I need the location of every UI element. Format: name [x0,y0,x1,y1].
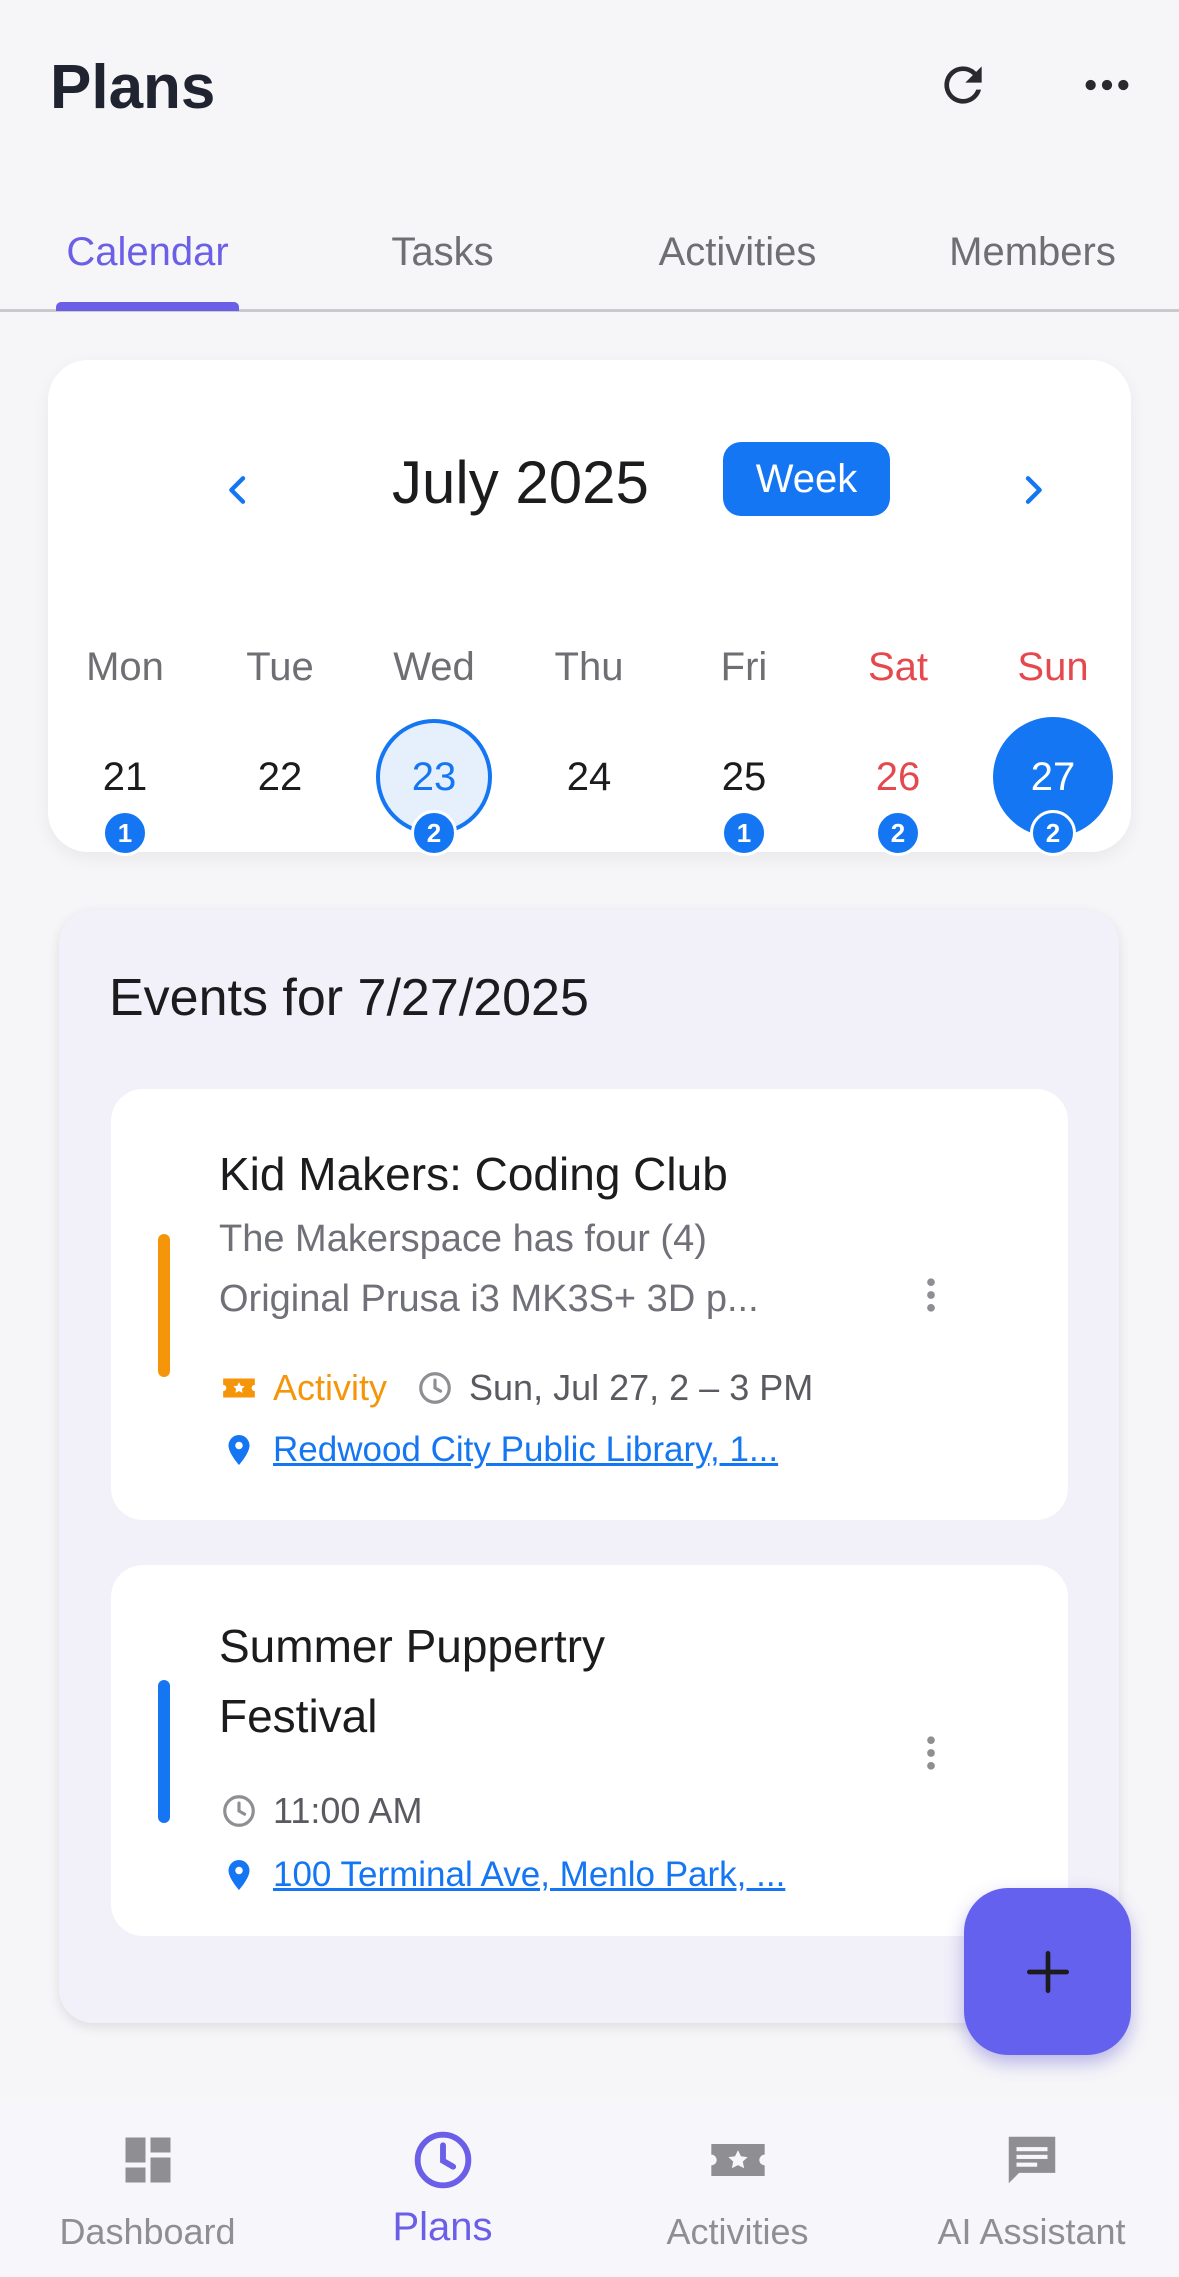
dashboard-icon [0,2125,295,2195]
event-count-badge: 1 [721,810,767,856]
event-location-link[interactable]: Redwood City Public Library, 1... [273,1430,778,1470]
day-name: Sun [1017,645,1089,689]
day-number-label: 25 [721,754,767,799]
more-horizontal-icon [1085,79,1129,91]
event-count-badge: 1 [102,810,148,856]
event-color-bar [158,1680,170,1823]
event-location-row: Redwood City Public Library, 1... [219,1425,778,1475]
event-description-line: Original Prusa i3 MK3S+ 3D p... [219,1278,759,1320]
clock-icon [219,1791,259,1831]
bottom-navigation: Dashboard Plans Activities AI Assistant [0,2103,1179,2277]
day-number-label: 21 [102,754,148,799]
week-calendar-card: July 2025 Week Mon 21 1 Tue 22 Wed 23 2 … [48,360,1131,856]
active-tab-indicator [56,302,239,311]
ticket-star-icon [590,2125,885,2195]
tab-activities[interactable]: Activities [625,212,850,292]
event-card[interactable]: Summer Puppertry Festival 11:00 AM 100 T… [111,1565,1068,1936]
nav-label: Activities [666,2211,809,2252]
day-name: Fri [720,645,768,689]
event-menu-button[interactable] [901,1255,961,1335]
chevron-right-icon [1025,476,1042,504]
nav-label: Plans [392,2205,493,2249]
event-description-line: The Makerspace has four (4) [219,1218,707,1260]
chat-icon [884,2125,1179,2195]
nav-label: Dashboard [59,2211,236,2252]
add-event-button[interactable] [964,1888,1131,2055]
day-number-label: 24 [566,754,612,799]
event-color-bar [158,1234,170,1377]
next-week-button[interactable] [998,455,1068,525]
day-name: Wed [393,645,475,689]
tab-members[interactable]: Members [920,212,1145,292]
event-card[interactable]: Kid Makers: Coding Club The Makerspace h… [111,1089,1068,1520]
calendar-month-label: July 2025 [392,449,649,516]
nav-item-activities[interactable]: Activities [590,2103,885,2277]
event-count-badge: 2 [875,810,921,856]
day-number-label: 26 [875,754,921,799]
event-count-badge: 2 [1030,810,1076,856]
event-description: The Makerspace has four (4) Original Pru… [219,1209,859,1329]
day-number[interactable]: 24 [529,717,649,837]
tab-tasks[interactable]: Tasks [340,212,545,292]
events-panel: Events for 7/27/2025 Kid Makers: Coding … [59,910,1119,2023]
tab-bar: Calendar Tasks Activities Members [0,190,1179,312]
event-meta-row: Activity Sun, Jul 27, 2 – 3 PM [219,1363,813,1413]
day-name: Thu [554,645,624,689]
clock-icon [415,1368,455,1408]
day-number[interactable]: 22 [220,717,340,837]
more-vertical-icon [927,1278,935,1312]
ticket-star-icon [219,1368,259,1408]
tab-calendar[interactable]: Calendar [40,212,255,292]
previous-week-button[interactable] [203,455,273,525]
event-time: 11:00 AM [273,1790,423,1831]
event-meta-row: 11:00 AM [219,1786,422,1836]
location-pin-icon [219,1855,259,1895]
event-type-label: Activity [273,1367,388,1408]
more-vertical-icon [927,1736,935,1770]
nav-item-plans[interactable]: Plans [295,2103,590,2277]
day-number-label: 22 [257,754,303,799]
event-title-line: Festival [219,1690,378,1742]
day-name: Mon [86,645,164,689]
chevron-left-icon [229,476,246,504]
event-title: Summer Puppertry Festival [219,1611,605,1751]
nav-item-ai-assistant[interactable]: AI Assistant [884,2103,1179,2277]
more-options-button[interactable] [1072,50,1142,120]
refresh-icon [944,66,982,104]
day-number-label: 23 [411,754,457,799]
location-pin-icon [219,1430,259,1470]
event-title-line: Summer Puppertry [219,1620,606,1672]
page-title: Plans [50,53,216,122]
event-location-link[interactable]: 100 Terminal Ave, Menlo Park, ... [273,1855,785,1895]
clock-icon [295,2125,590,2195]
event-count-badge: 2 [411,810,457,856]
events-heading: Events for 7/27/2025 [109,969,589,1027]
event-location-row: 100 Terminal Ave, Menlo Park, ... [219,1850,785,1900]
event-menu-button[interactable] [901,1713,961,1793]
nav-item-dashboard[interactable]: Dashboard [0,2103,295,2277]
event-time: Sun, Jul 27, 2 – 3 PM [469,1367,814,1408]
day-name: Sat [867,645,929,689]
refresh-button[interactable] [928,50,998,120]
event-title: Kid Makers: Coding Club [219,1148,728,1200]
app-header: Plans [0,0,1179,170]
nav-label: AI Assistant [937,2211,1126,2252]
view-mode-button[interactable]: Week [723,442,890,516]
day-name: Tue [246,645,314,689]
day-number-label: 27 [1030,754,1076,799]
plus-icon [1026,1950,1069,1993]
